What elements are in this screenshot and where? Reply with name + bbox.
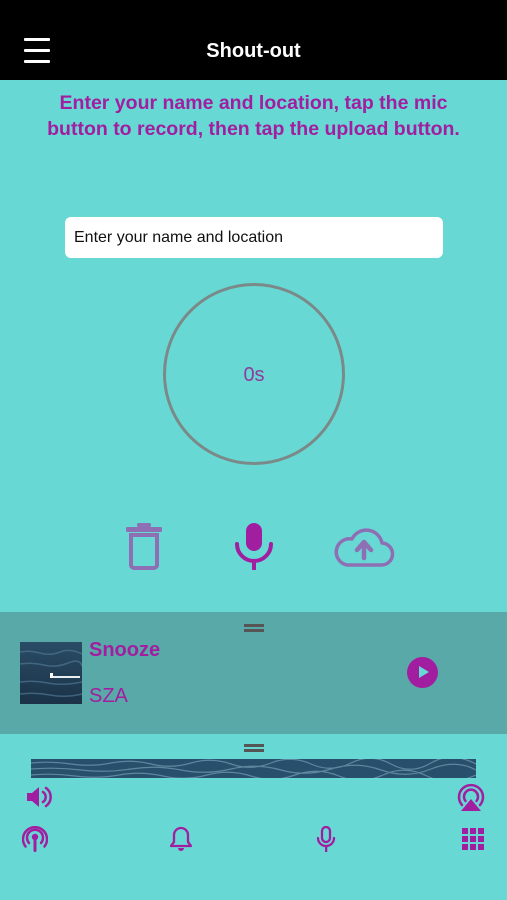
name-location-input[interactable] bbox=[65, 217, 443, 258]
bell-icon[interactable] bbox=[169, 826, 193, 852]
drawer-handle-icon[interactable] bbox=[244, 744, 264, 752]
record-button[interactable] bbox=[234, 522, 274, 572]
cloud-upload-icon bbox=[334, 528, 395, 567]
upload-button[interactable] bbox=[333, 528, 395, 568]
instructions-text: Enter your name and location, tap the mi… bbox=[47, 92, 460, 140]
track-artist: SZA bbox=[89, 685, 128, 707]
trash-icon bbox=[126, 523, 162, 570]
banner-image bbox=[31, 759, 476, 778]
now-playing-panel: Snooze SZA bbox=[0, 612, 507, 734]
app-header: Shout-out bbox=[0, 0, 507, 80]
podcast-icon[interactable] bbox=[21, 826, 49, 854]
track-title: Snooze bbox=[89, 639, 161, 661]
album-art bbox=[20, 642, 82, 704]
play-button[interactable] bbox=[407, 657, 438, 688]
microphone-icon bbox=[235, 523, 273, 570]
record-timer-text: 0s bbox=[243, 364, 265, 386]
volume-icon[interactable] bbox=[25, 784, 53, 810]
airplay-icon[interactable] bbox=[455, 782, 487, 812]
nav-microphone-icon[interactable] bbox=[316, 825, 336, 854]
record-timer-ring: 0s bbox=[163, 283, 345, 465]
drag-handle-icon[interactable] bbox=[244, 624, 264, 632]
page-title: Shout-out bbox=[206, 40, 301, 62]
grid-icon[interactable] bbox=[462, 828, 484, 850]
delete-button[interactable] bbox=[125, 522, 163, 570]
